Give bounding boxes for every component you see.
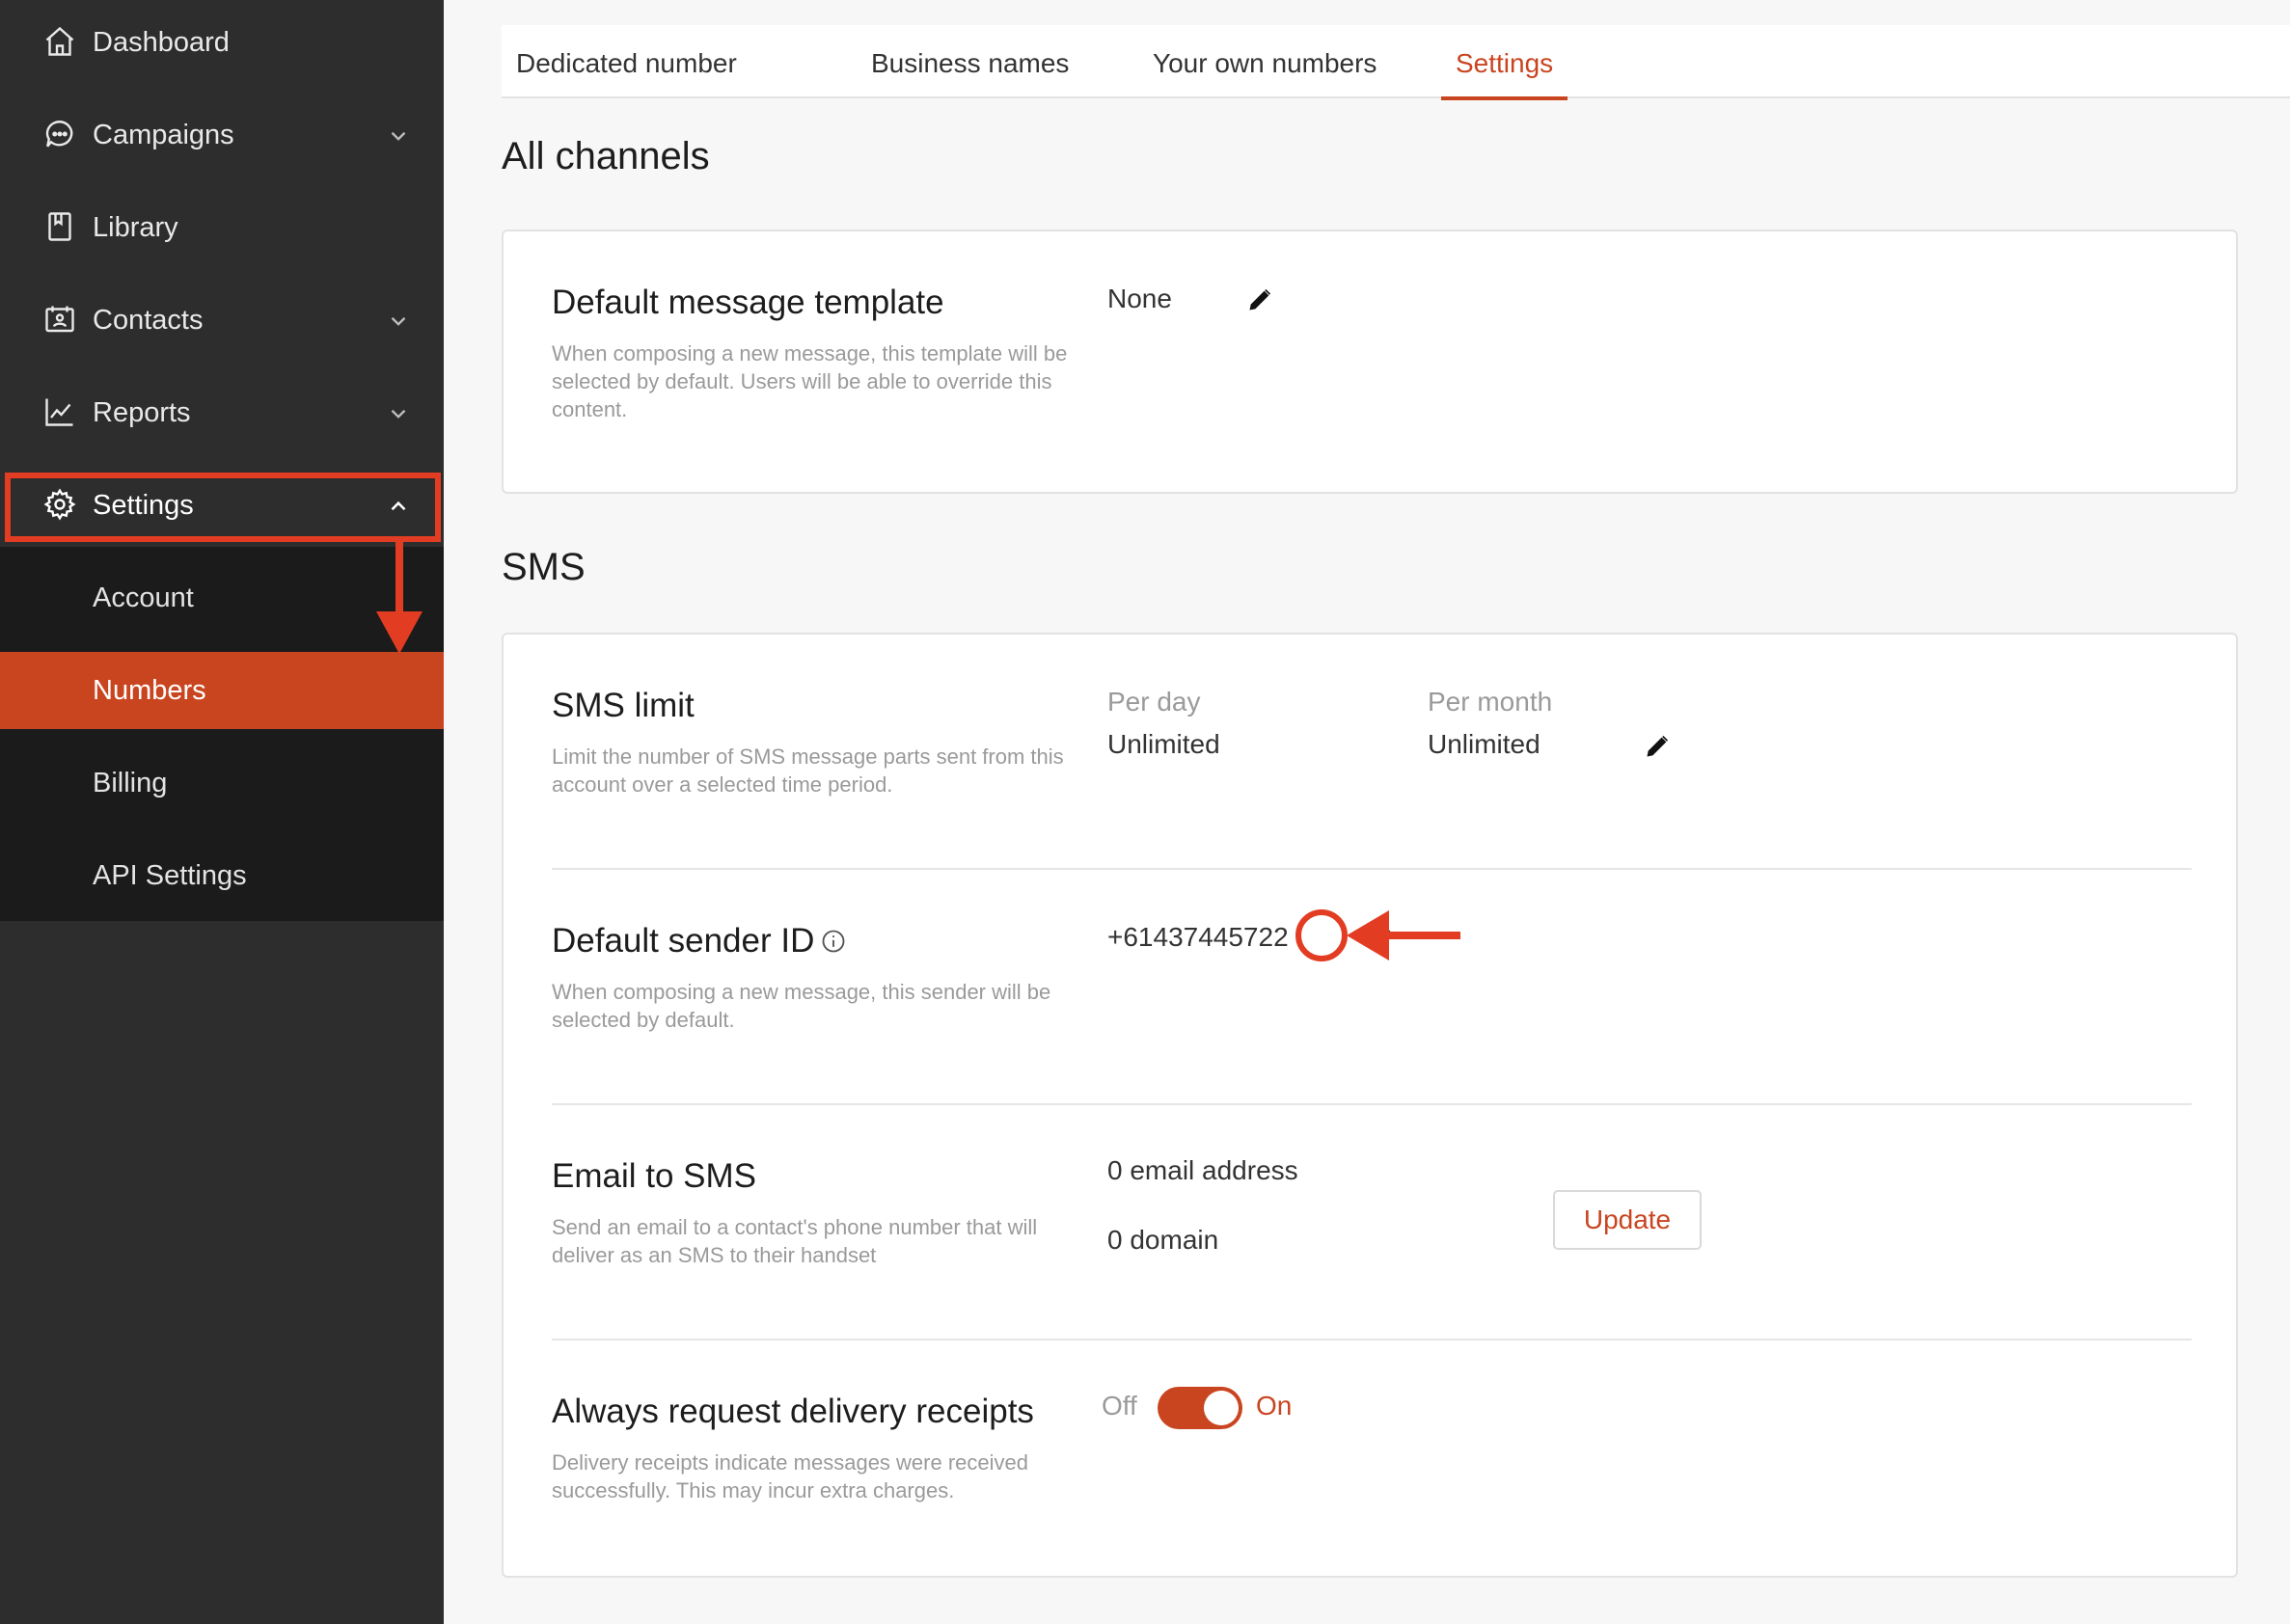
per-month-value: Unlimited: [1428, 729, 1540, 759]
sender-id-value: +61437445722: [1107, 922, 1289, 952]
home-icon: [45, 26, 74, 56]
sidebar-item-reports[interactable]: Reports: [0, 366, 444, 459]
section-title-sms: SMS: [502, 546, 586, 588]
delivery-receipts-description: Delivery receipts indicate messages were…: [552, 1450, 1028, 1502]
default-template-value: None: [1107, 284, 1172, 313]
toggle-off-label: Off: [1102, 1391, 1137, 1421]
sidebar-item-dashboard[interactable]: Dashboard: [0, 0, 444, 89]
sender-id-title-text: Default sender ID: [552, 922, 815, 960]
submenu-item-account[interactable]: Account: [0, 559, 444, 636]
settings-submenu: Account Numbers Billing API Settings: [0, 547, 444, 921]
per-day-label: Per day: [1107, 687, 1201, 717]
submenu-item-numbers[interactable]: Numbers: [0, 652, 444, 729]
email-to-sms-title: Email to SMS: [552, 1157, 756, 1195]
divider: [552, 1103, 2192, 1105]
section-title-all-channels: All channels: [502, 135, 710, 177]
tab-settings[interactable]: Settings: [1441, 25, 1568, 100]
sidebar-item-label: Reports: [93, 396, 191, 428]
sidebar-item-label: Library: [93, 211, 178, 243]
chevron-down-icon: [391, 409, 406, 419]
chevron-up-icon: [391, 501, 406, 511]
email-address-count: 0 email address: [1107, 1155, 1298, 1185]
domain-count: 0 domain: [1107, 1225, 1219, 1255]
main-content: Dedicated number Business names Your own…: [444, 0, 2290, 1624]
sms-limit-description: Limit the number of SMS message parts se…: [552, 744, 1064, 797]
sidebar-item-library[interactable]: Library: [0, 181, 444, 274]
chevron-down-icon: [391, 131, 406, 141]
contact-card-icon: [45, 306, 74, 333]
per-month-label: Per month: [1428, 687, 1553, 717]
email-to-sms-description: Send an email to a contact's phone numbe…: [552, 1215, 1038, 1267]
toggle-on-label: On: [1256, 1391, 1293, 1421]
toggle-knob: [1204, 1391, 1239, 1425]
default-template-title: Default message template: [552, 284, 944, 321]
sidebar-item-label: Contacts: [93, 304, 204, 336]
sidebar-item-settings[interactable]: Settings: [0, 459, 444, 552]
chevron-down-icon: [391, 316, 406, 326]
per-day-value: Unlimited: [1107, 729, 1220, 759]
tab-bar: Dedicated number Business names Your own…: [502, 25, 2290, 100]
app: Dashboard Campaigns Library Contacts Rep…: [0, 0, 2290, 1624]
submenu-item-billing[interactable]: Billing: [0, 744, 444, 822]
gear-icon: [43, 488, 76, 521]
delivery-receipts-toggle[interactable]: [1158, 1387, 1242, 1429]
sidebar-item-campaigns[interactable]: Campaigns: [0, 89, 444, 181]
delivery-receipts-title: Always request delivery receipts: [552, 1393, 1034, 1430]
sidebar-item-contacts[interactable]: Contacts: [0, 274, 444, 366]
book-icon: [48, 212, 71, 241]
tab-business-names[interactable]: Business names: [857, 25, 1083, 98]
tab-your-own-numbers[interactable]: Your own numbers: [1138, 25, 1391, 98]
divider: [552, 868, 2192, 870]
sidebar-item-label: Settings: [93, 489, 194, 521]
sms-limit-title: SMS limit: [552, 687, 695, 724]
chat-bubble-icon: [45, 121, 73, 148]
edit-template-pencil-icon[interactable]: [1246, 286, 1273, 313]
edit-sms-limit-pencil-icon[interactable]: [1644, 733, 1671, 760]
all-channels-card: Default message template When composing …: [502, 230, 2238, 494]
tab-dedicated-number[interactable]: Dedicated number: [502, 25, 751, 98]
edit-sender-id-pencil-icon[interactable]: [1368, 926, 1395, 953]
default-template-description: When composing a new message, this templ…: [552, 341, 1068, 421]
sidebar-item-label: Dashboard: [93, 26, 230, 58]
info-icon[interactable]: [820, 928, 847, 955]
line-chart-icon: [45, 398, 73, 426]
sender-id-title: Default sender ID: [552, 922, 847, 961]
update-button[interactable]: Update: [1553, 1190, 1702, 1250]
submenu-item-api-settings[interactable]: API Settings: [0, 837, 444, 914]
sidebar: Dashboard Campaigns Library Contacts Rep…: [0, 0, 444, 1624]
sender-id-description: When composing a new message, this sende…: [552, 980, 1051, 1032]
sms-card: SMS limit Limit the number of SMS messag…: [502, 633, 2238, 1578]
sidebar-item-label: Campaigns: [93, 119, 234, 150]
divider: [552, 1339, 2192, 1340]
